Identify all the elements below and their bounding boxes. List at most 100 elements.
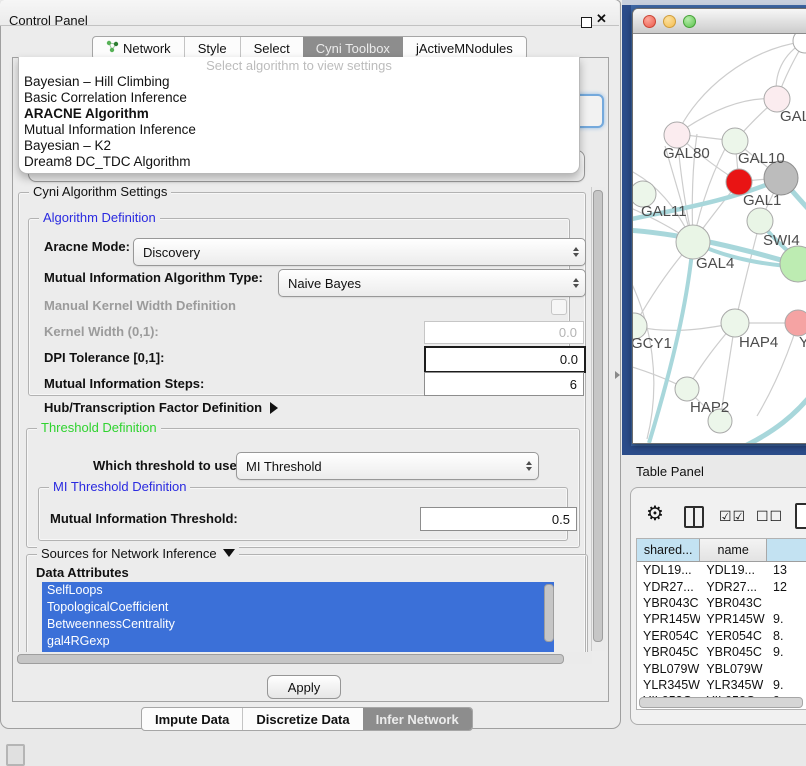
table-cell: YDR27... — [637, 580, 700, 594]
column-header-shared-name[interactable]: shared... — [637, 539, 700, 561]
mi-type-combo[interactable]: Naive Bayes — [278, 269, 586, 297]
network-node[interactable] — [785, 310, 806, 336]
node-label: GAL4 — [696, 255, 734, 272]
which-threshold-label: Which threshold to use: — [93, 458, 241, 473]
aracne-mode-label: Aracne Mode: — [44, 239, 130, 254]
hub-section-toggle[interactable]: Hub/Transcription Factor Definition — [44, 400, 278, 415]
bottom-tabs: Impute Data Discretize Data Infer Networ… — [141, 707, 473, 731]
popup-item[interactable]: Basic Correlation Inference — [19, 90, 579, 106]
table-hscrollbar-thumb[interactable] — [639, 697, 803, 708]
collapse-down-icon — [223, 549, 235, 557]
deselect-all-checkboxes-icon[interactable]: ☐☐ — [756, 508, 783, 525]
dpi-tolerance-label: DPI Tolerance [0,1]: — [44, 350, 164, 365]
tab-discretize-data[interactable]: Discretize Data — [242, 708, 362, 730]
table-row[interactable]: YER054CYER054C8. — [637, 628, 806, 644]
zoom-traffic-light[interactable] — [683, 15, 696, 28]
kernel-width-input[interactable]: 0.0 — [424, 321, 584, 344]
close-icon[interactable]: ✕ — [596, 11, 607, 27]
table-row[interactable]: YPR145WYPR145W9. — [637, 611, 806, 627]
table-panel-title: Table Panel — [636, 464, 704, 479]
table-cell: YBR043C — [700, 596, 767, 610]
table-cell: YDR27... — [700, 580, 767, 594]
attribute-item[interactable]: TopologicalCoefficient — [42, 599, 554, 616]
table-rows: YDL19...YDL19...13YDR27...YDR27...12YBR0… — [637, 562, 806, 710]
new-table-icon[interactable] — [795, 503, 806, 529]
close-traffic-light[interactable] — [643, 15, 656, 28]
data-attributes-list[interactable]: SelfLoopsTopologicalCoefficientBetweenne… — [42, 582, 554, 652]
manual-kernel-checkbox[interactable] — [551, 299, 567, 315]
node-label: GCY1 — [633, 335, 672, 352]
table-row[interactable]: YDR27...YDR27...12 — [637, 578, 806, 594]
mi-threshold-input[interactable]: 0.5 — [420, 507, 577, 531]
popup-item[interactable]: Bayesian – Hill Climbing — [19, 74, 579, 90]
popup-item[interactable]: Mutual Information Inference — [19, 122, 579, 138]
splitter-handle[interactable] — [615, 371, 620, 379]
table-cell: 9. — [767, 612, 806, 626]
network-node[interactable] — [721, 309, 749, 337]
table-cell: 9. — [767, 645, 806, 659]
tab-style[interactable]: Style — [184, 37, 240, 59]
table-row[interactable]: YBR043CYBR043C — [637, 595, 806, 611]
network-frame-top-edge — [622, 0, 806, 5]
gear-icon[interactable]: ⚙ — [646, 504, 664, 524]
table-cell: YBR043C — [637, 596, 700, 610]
network-node[interactable] — [747, 208, 773, 234]
attribute-item[interactable]: SelfLoops — [42, 582, 554, 599]
tab-jactivemnodules[interactable]: jActiveMNodules — [403, 37, 526, 59]
table-cell: YDL19... — [637, 563, 700, 577]
settings-vscrollbar-thumb[interactable] — [593, 190, 603, 642]
aracne-mode-combo[interactable]: Discovery — [133, 238, 586, 266]
table-row[interactable]: YBL079WYBL079W — [637, 660, 806, 676]
columns-icon[interactable] — [684, 506, 704, 528]
stepper-arrows-icon — [573, 247, 579, 257]
popup-item[interactable]: Bayesian – K2 — [19, 138, 579, 154]
float-window-icon[interactable] — [581, 17, 592, 28]
which-threshold-combo[interactable]: MI Threshold — [236, 452, 539, 480]
stepper-arrows-icon — [526, 461, 532, 471]
attributes-scrollbar-thumb[interactable] — [544, 584, 554, 642]
apply-button[interactable]: Apply — [267, 675, 341, 699]
attribute-item[interactable]: BetweennessCentrality — [42, 616, 554, 633]
network-canvas[interactable]: GALGAL80GAL10GAL1GAL11SWI4GAL4GCY1HAP4YH… — [633, 34, 806, 443]
stepper-arrows-icon — [573, 278, 579, 288]
network-node[interactable] — [780, 246, 806, 282]
table-row[interactable]: YBR045CYBR045C9. — [637, 644, 806, 660]
select-all-checkboxes-icon[interactable]: ☑☑ — [719, 508, 746, 525]
table-cell: YER054C — [700, 629, 767, 643]
column-header-name[interactable]: name — [700, 539, 767, 561]
tab-select[interactable]: Select — [240, 37, 303, 59]
network-node[interactable] — [675, 377, 699, 401]
popup-item[interactable]: Dream8 DC_TDC Algorithm — [19, 154, 579, 170]
network-node[interactable] — [676, 225, 710, 259]
node-label: GAL — [780, 108, 806, 125]
control-panel-titlebar[interactable] — [0, 0, 619, 26]
mi-steps-input[interactable]: 6 — [424, 372, 584, 396]
minimize-traffic-light[interactable] — [663, 15, 676, 28]
table-cell: 9. — [767, 678, 806, 692]
expand-right-icon — [270, 402, 278, 414]
table-cell: YER054C — [637, 629, 700, 643]
network-window-titlebar[interactable] — [633, 9, 806, 34]
dpi-tolerance-input[interactable]: 0.0 — [424, 346, 586, 373]
network-tab-icon — [106, 40, 119, 56]
algorithm-definition-legend: Algorithm Definition — [39, 210, 160, 225]
control-panel-title: Control Panel — [9, 13, 88, 28]
table-row[interactable]: YLR345WYLR345W9. — [637, 677, 806, 693]
popup-item[interactable]: ARACNE Algorithm — [19, 106, 579, 122]
network-node[interactable] — [793, 34, 806, 53]
node-table: shared... name YDL19...YDL19...13YDR27..… — [636, 538, 806, 710]
column-header-partial[interactable] — [767, 539, 806, 561]
sources-legend[interactable]: Sources for Network Inference — [37, 546, 239, 561]
tab-impute-data[interactable]: Impute Data — [142, 708, 242, 730]
node-label: GAL10 — [738, 150, 785, 167]
minimized-panel-icon[interactable] — [6, 744, 25, 766]
tab-network[interactable]: Network — [93, 37, 184, 59]
tab-cyni-toolbox[interactable]: Cyni Toolbox — [303, 37, 403, 59]
table-cell: 13 — [767, 563, 806, 577]
table-cell: YBR045C — [700, 645, 767, 659]
node-label: GAL11 — [641, 203, 687, 220]
attribute-item[interactable]: gal4RGexp — [42, 633, 554, 650]
table-row[interactable]: YDL19...YDL19...13 — [637, 562, 806, 578]
tab-infer-network[interactable]: Infer Network — [363, 708, 472, 730]
settings-hscrollbar-thumb[interactable] — [17, 654, 564, 664]
